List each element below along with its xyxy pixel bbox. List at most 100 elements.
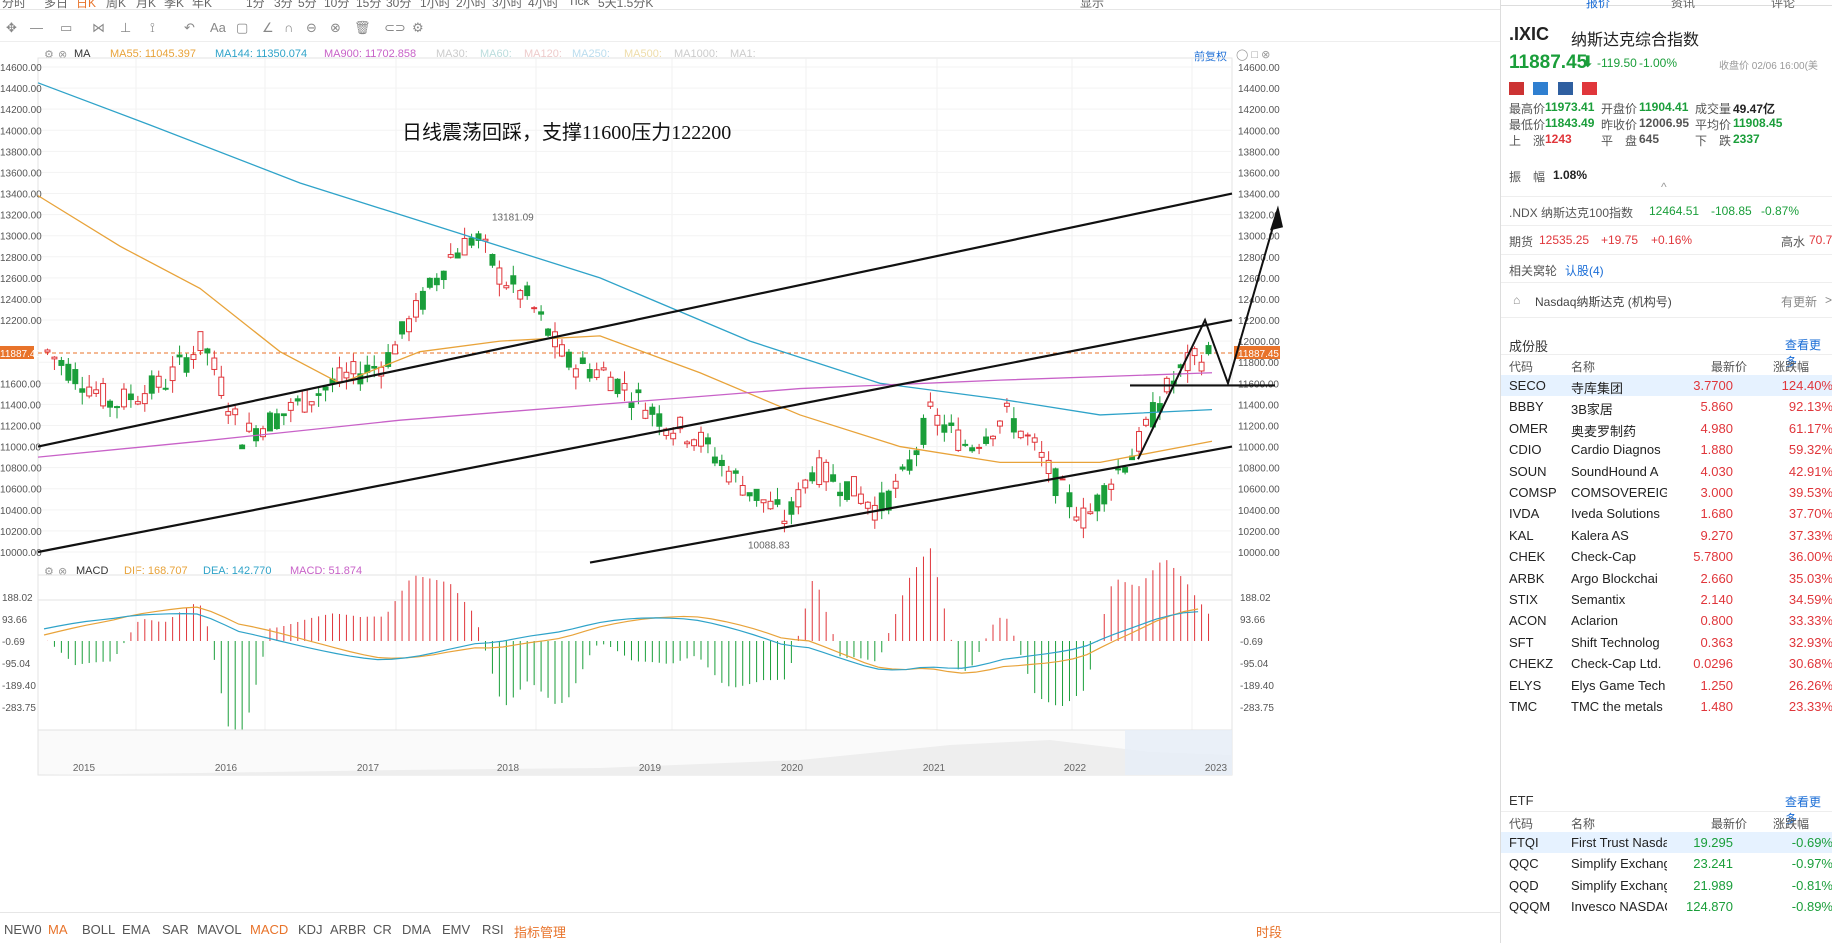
table-row[interactable]: FTQI First Trust Nasdaq 19.295 -0.69%: [1501, 832, 1832, 853]
tab-comments[interactable]: 评论: [1771, 0, 1795, 11]
indicator-tab[interactable]: MAVOL: [197, 922, 242, 937]
table-row[interactable]: IVDA Iveda Solutions 1.680 37.70%: [1501, 503, 1832, 524]
comment-icon[interactable]: ▢: [236, 20, 248, 36]
tab-quote[interactable]: 报价: [1586, 0, 1610, 11]
table-row[interactable]: QQQM Invesco NASDAQ 124.870 -0.89%: [1501, 896, 1832, 917]
table-row[interactable]: BBBY 3B家居 5.860 92.13%: [1501, 396, 1832, 417]
trade-icon[interactable]: [1533, 82, 1549, 95]
eye-icon[interactable]: ⊗: [330, 20, 341, 36]
indicator-tab[interactable]: 指标管理: [514, 922, 566, 941]
top-tab[interactable]: 30分: [386, 0, 411, 9]
magnet-icon[interactable]: ∩: [284, 20, 293, 35]
indicator-tab[interactable]: EMA: [122, 922, 150, 937]
table-row[interactable]: SECO 寺库集团 3.7700 124.40%: [1501, 375, 1832, 396]
y-tick-right: 10400.00: [1238, 506, 1280, 517]
top-tab[interactable]: 10分: [324, 0, 349, 9]
table-row[interactable]: SFT Shift Technolog 0.363 32.93%: [1501, 632, 1832, 653]
pitchfork-icon[interactable]: ⟟: [150, 20, 155, 36]
quote-change: -119.50: [1597, 56, 1637, 70]
top-tab[interactable]: 3小时: [492, 0, 523, 9]
collapse-icon[interactable]: ^: [1661, 180, 1667, 194]
column-header[interactable]: 最新价: [1711, 358, 1747, 375]
table-row[interactable]: QQC Simplify Exchange 23.241 -0.97%: [1501, 853, 1832, 874]
column-header[interactable]: 代码: [1509, 358, 1533, 375]
measure-icon[interactable]: ⊥: [120, 20, 131, 36]
top-tab[interactable]: 分时: [2, 0, 26, 9]
row-pct: -0.81%: [1791, 877, 1832, 893]
candle: [86, 386, 93, 397]
report-icon[interactable]: [1557, 82, 1573, 95]
indicator-tab[interactable]: RSI: [482, 922, 504, 937]
table-row[interactable]: KAL Kalera AS 9.270 37.33%: [1501, 525, 1832, 546]
top-tab[interactable]: 周K: [106, 0, 126, 9]
candle: [934, 414, 941, 426]
indicator-tab[interactable]: EMV: [442, 922, 470, 937]
top-tab[interactable]: 月K: [136, 0, 156, 9]
table-row[interactable]: CHEKZ Check-Cap Ltd. 0.0296 30.68%: [1501, 653, 1832, 674]
top-tab[interactable]: 5天1.5分K: [598, 0, 653, 9]
top-tab[interactable]: 季K: [164, 0, 184, 9]
text-tool-icon[interactable]: Aa: [210, 20, 226, 35]
trash-icon[interactable]: 🗑: [354, 20, 371, 36]
indicator-tab[interactable]: ARBR: [330, 922, 366, 937]
column-header[interactable]: 名称: [1571, 358, 1595, 375]
top-tab[interactable]: 5分: [298, 0, 317, 9]
top-tab[interactable]: 1小时: [420, 0, 451, 9]
column-header[interactable]: 名称: [1571, 815, 1595, 832]
table-row[interactable]: CDIO Cardio Diagnos 1.880 59.32%: [1501, 439, 1832, 460]
arrow-tool-icon[interactable]: ↶: [184, 20, 195, 36]
top-tab[interactable]: 3分: [274, 0, 293, 9]
indicator-tab[interactable]: KDJ: [298, 922, 323, 937]
column-header[interactable]: 代码: [1509, 815, 1533, 832]
info-row[interactable]: ⌂ Nasdaq纳斯达克 (机构号) 有更新 >: [1501, 282, 1832, 318]
lock-icon[interactable]: ⊖: [306, 20, 317, 36]
table-row[interactable]: STIX Semantix 2.140 34.59%: [1501, 589, 1832, 610]
top-tab[interactable]: 多日: [44, 0, 68, 9]
table-row[interactable]: ARBK Argo Blockchai 2.660 35.03%: [1501, 568, 1832, 589]
rect-tool-icon[interactable]: ▭: [60, 20, 72, 36]
row-name: Simplify Exchange: [1571, 856, 1667, 872]
top-tab[interactable]: 日K: [76, 0, 96, 9]
top-tab[interactable]: 1分: [246, 0, 265, 9]
table-row[interactable]: ELYS Elys Game Tech 1.250 26.26%: [1501, 675, 1832, 696]
y-tick-left: 14400.00: [0, 84, 42, 95]
indicator-tab[interactable]: DMA: [402, 922, 431, 937]
related-link[interactable]: 认股(4): [1565, 262, 1604, 279]
table-row[interactable]: OMER 奥麦罗制药 4.980 61.17%: [1501, 418, 1832, 439]
column-header[interactable]: 最新价: [1711, 815, 1747, 832]
top-tab[interactable]: 4小时: [528, 0, 559, 9]
crosshair-icon[interactable]: ✥: [6, 20, 17, 36]
top-tab[interactable]: 年K: [192, 0, 212, 9]
candle: [1142, 418, 1149, 426]
table-row[interactable]: TMC TMC the metals 1.480 23.33%: [1501, 696, 1832, 717]
table-row[interactable]: ACON Aclarion 0.800 33.33%: [1501, 610, 1832, 631]
top-tab[interactable]: 2小时: [456, 0, 487, 9]
pen-icon[interactable]: ∠: [262, 20, 274, 36]
line-tool-icon[interactable]: —: [30, 20, 43, 35]
row-code: IVDA: [1509, 506, 1540, 522]
table-row[interactable]: QQD Simplify Exchange 21.989 -0.81%: [1501, 875, 1832, 896]
indicator-tab[interactable]: SAR: [162, 922, 189, 937]
tab-news[interactable]: 资讯: [1671, 0, 1695, 11]
indicator-tab[interactable]: NEW0: [4, 922, 42, 937]
top-tab[interactable]: 15分: [356, 0, 381, 9]
fib-tool-icon[interactable]: ⋈: [92, 20, 105, 36]
favorite-icon[interactable]: [1582, 82, 1598, 95]
table-row[interactable]: COMSP COMSOVEREIG 3.000 39.53%: [1501, 482, 1832, 503]
indicator-tab[interactable]: MA: [48, 922, 68, 937]
indicator-tab[interactable]: CR: [373, 922, 392, 937]
period-button[interactable]: 时段: [1256, 922, 1282, 941]
table-row[interactable]: CHEK Check-Cap 5.7800 36.00%: [1501, 546, 1832, 567]
candlestick-chart[interactable]: 14600.00 14400.00 14200.00 14000.00 13800.00…: [0, 40, 1500, 910]
link-icon[interactable]: ⊂⊃: [384, 20, 406, 36]
settings-icon[interactable]: ⚙: [412, 20, 424, 36]
column-header[interactable]: 涨跌幅: [1773, 815, 1809, 832]
top-tab[interactable]: Tick: [568, 0, 590, 8]
table-row[interactable]: SOUN SoundHound A 4.030 42.91%: [1501, 461, 1832, 482]
indicator-tab[interactable]: BOLL: [82, 922, 115, 937]
ndx-name[interactable]: .NDX 纳斯达克100指数: [1509, 204, 1633, 221]
display-menu[interactable]: 显示: [1080, 0, 1104, 9]
info-update: 有更新: [1781, 295, 1818, 309]
column-header[interactable]: 涨跌幅: [1773, 358, 1809, 375]
indicator-tab[interactable]: MACD: [250, 922, 288, 937]
